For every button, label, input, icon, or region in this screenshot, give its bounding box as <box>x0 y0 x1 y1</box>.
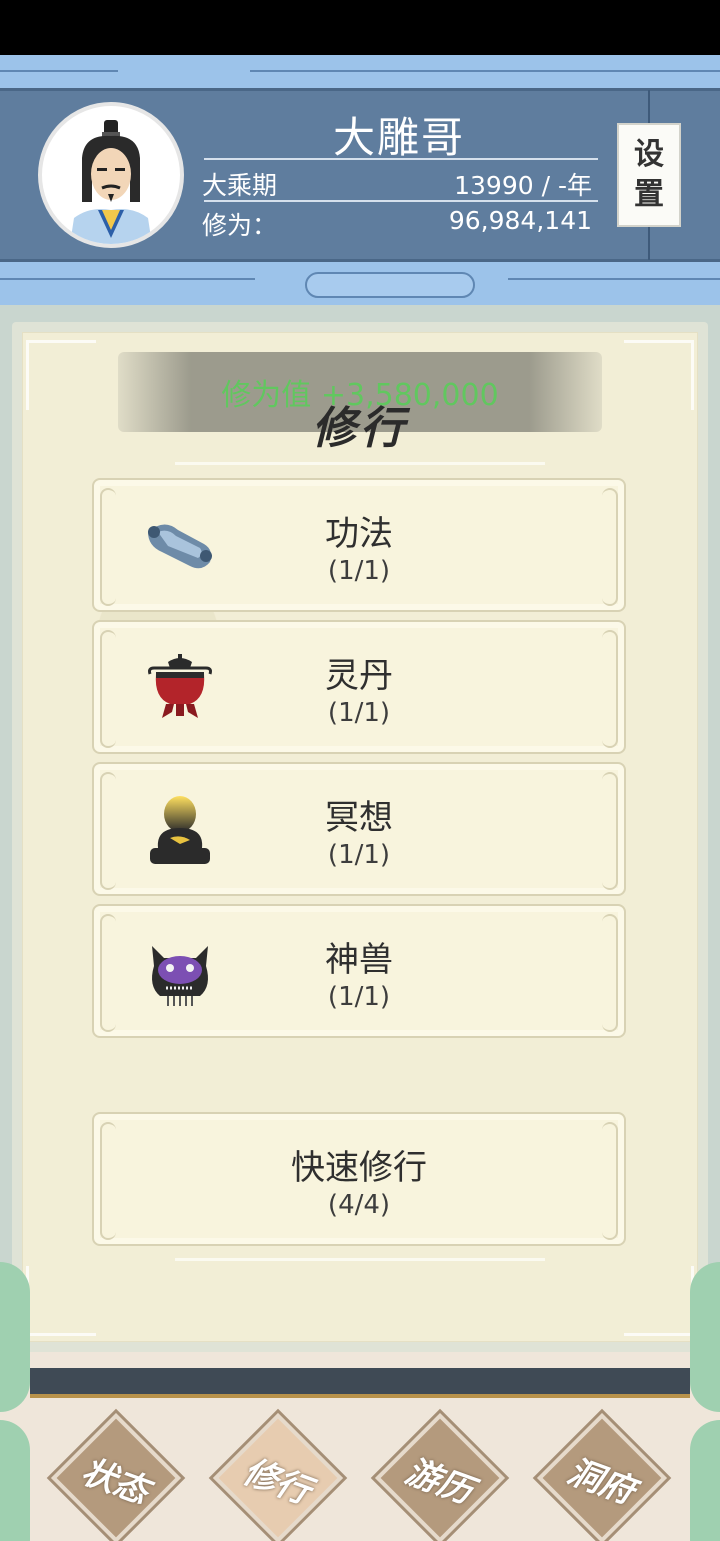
age-value: 13990 / -年 <box>454 171 592 200</box>
quick-cultivation-label: 快速修行 <box>291 1148 427 1188</box>
corner-ornament <box>624 1266 694 1336</box>
cultivation-label: 修为： <box>202 211 278 240</box>
corner-ornament <box>26 1266 96 1336</box>
quick-cultivation-button[interactable]: 快速修行 (4/4) <box>92 1112 626 1246</box>
player-avatar[interactable] <box>38 102 184 248</box>
nav-roof <box>30 1368 690 1398</box>
card-label: 灵丹 <box>325 656 393 696</box>
header-ornament-line <box>0 278 255 280</box>
nav-travel[interactable]: 游历 <box>374 1412 506 1541</box>
card-count: (1/1) <box>327 698 391 728</box>
settings-label-top: 设 <box>634 137 664 172</box>
nav-cultivation[interactable]: 修行 <box>212 1412 344 1541</box>
corner-ornament <box>624 340 694 410</box>
cultivator-portrait-icon <box>70 120 152 244</box>
bush-decoration <box>0 1262 30 1412</box>
header-ornament-line <box>508 278 720 280</box>
card-label: 功法 <box>325 514 393 554</box>
card-label: 冥想 <box>325 798 393 838</box>
card-count: (1/1) <box>327 840 391 870</box>
nav-cave[interactable]: 洞府 <box>536 1412 668 1541</box>
cultivation-value: 96,984,141 <box>448 206 592 235</box>
quick-cultivation-count: (4/4) <box>327 1190 391 1220</box>
settings-label-bottom: 置 <box>634 177 664 212</box>
header-divider <box>204 200 598 202</box>
title-divider <box>175 462 545 465</box>
card-count: (1/1) <box>327 982 391 1012</box>
header-ornament-line <box>250 70 720 72</box>
bush-decoration <box>0 1420 30 1541</box>
card-label: 神兽 <box>325 940 393 980</box>
settings-button[interactable]: 设 置 <box>617 123 681 227</box>
header-divider <box>204 158 598 160</box>
elixir-card[interactable]: 灵丹 (1/1) <box>92 620 626 754</box>
beast-card[interactable]: 神兽 (1/1) <box>92 904 626 1038</box>
meditation-card[interactable]: 冥想 (1/1) <box>92 762 626 896</box>
card-count: (1/1) <box>327 556 391 586</box>
technique-card[interactable]: 功法 (1/1) <box>92 478 626 612</box>
bush-decoration <box>690 1420 720 1541</box>
realm-label: 大乘期 <box>202 171 278 200</box>
panel-title: 修行 <box>312 403 408 454</box>
bush-decoration <box>690 1262 720 1412</box>
status-bar <box>0 0 720 55</box>
header-ornament-line <box>0 70 118 72</box>
player-name: 大雕哥 <box>332 113 465 162</box>
nav-status[interactable]: 状态 <box>50 1412 182 1541</box>
bottom-divider <box>175 1258 545 1261</box>
corner-ornament <box>26 340 96 410</box>
header-handle[interactable] <box>305 272 475 298</box>
